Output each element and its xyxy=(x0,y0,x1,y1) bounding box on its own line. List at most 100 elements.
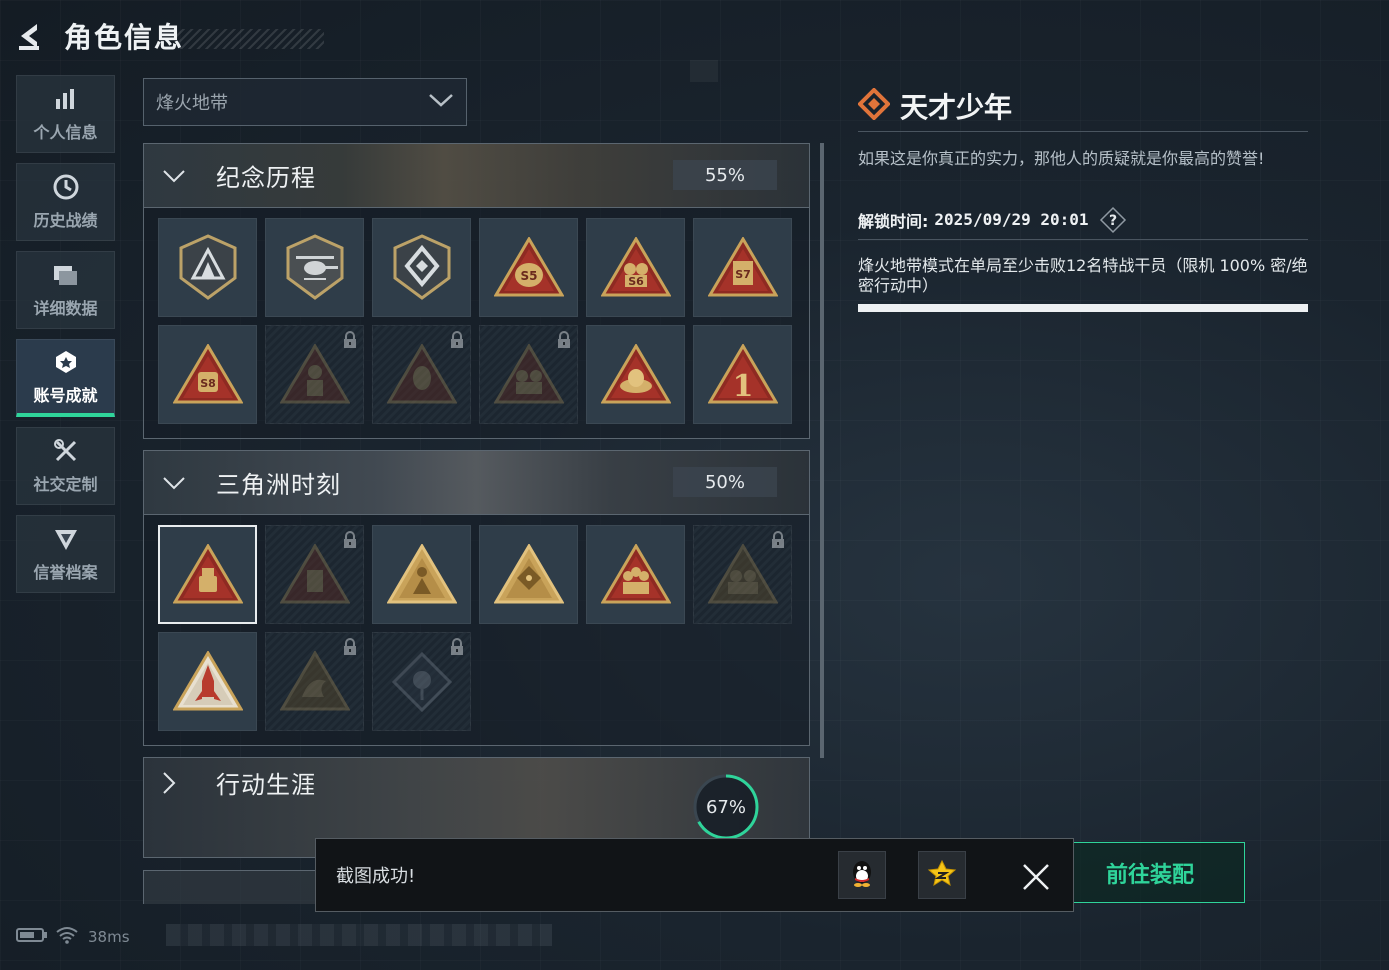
lock-icon xyxy=(449,331,465,349)
wifi-icon xyxy=(56,926,78,948)
unlock-time-value: 2025/09/29 20:01 xyxy=(934,210,1089,229)
badge-tile-locked[interactable] xyxy=(693,525,792,624)
badge-grid: S5 S6 S7 S8 1 xyxy=(144,208,809,438)
section-percent: 67% xyxy=(705,796,746,818)
badge-tile[interactable] xyxy=(158,218,257,317)
badge-tile[interactable] xyxy=(372,525,471,624)
sidebar-item-label: 账号成就 xyxy=(33,385,98,405)
badge-tile[interactable]: S6 xyxy=(586,218,685,317)
qzone-star-icon xyxy=(927,859,957,891)
background-decoration xyxy=(690,60,718,82)
chevron-down-icon xyxy=(162,169,202,183)
progress-ring: 67% xyxy=(691,772,761,842)
folder-icon xyxy=(52,261,80,289)
svg-text:S7: S7 xyxy=(735,268,751,281)
section-title: 行动生涯 xyxy=(216,771,316,799)
badge-tile[interactable] xyxy=(586,525,685,624)
lock-icon xyxy=(770,531,786,549)
page-header: 角色信息 xyxy=(14,14,325,58)
s9-soldier-badge-icon xyxy=(279,343,350,403)
badge-tile-locked[interactable] xyxy=(265,632,364,731)
badge-tile[interactable] xyxy=(265,218,364,317)
s8-badge-icon: S8 xyxy=(172,343,243,403)
achievement-section-memorial: 纪念历程 55% S5 S6 S7 S8 1 xyxy=(143,143,810,439)
s6-badge-icon: S6 xyxy=(600,236,671,296)
dropdown-value: 烽火地带 xyxy=(156,93,228,114)
question-icon[interactable]: ? xyxy=(1099,206,1127,234)
badge-tile[interactable] xyxy=(372,218,471,317)
achievement-section-delta-moments: 三角洲时刻 50% xyxy=(143,450,810,746)
sidebar-item-label: 历史战绩 xyxy=(33,211,98,230)
sidebar-item-achievements[interactable]: 账号成就 xyxy=(16,339,115,417)
share-qzone-button[interactable] xyxy=(918,851,966,899)
svg-text:S6: S6 xyxy=(628,275,644,288)
achievement-detail-panel: 天才少年 如果这是你真正的实力，那他人的质疑就是你最高的赞誉! 解锁时间: 20… xyxy=(857,86,1308,312)
unlock-time-label: 解锁时间: xyxy=(858,211,929,231)
toast-message: 截图成功! xyxy=(336,866,416,887)
close-icon[interactable] xyxy=(1016,857,1056,897)
shield-mountain-badge-icon xyxy=(179,233,236,300)
sidebar-item-label: 信誉档案 xyxy=(33,563,98,582)
s5-bag-badge-icon: S5 xyxy=(493,236,564,296)
badge-tile-locked[interactable] xyxy=(479,325,578,424)
portrait-badge-icon xyxy=(279,543,350,603)
section-header[interactable]: 纪念历程 55% xyxy=(144,144,809,208)
badge-tile[interactable] xyxy=(158,632,257,731)
badge-grid xyxy=(144,515,809,745)
lock-icon xyxy=(342,331,358,349)
sidebar-item-label: 个人信息 xyxy=(33,123,98,142)
ping-text: 38ms xyxy=(88,928,130,946)
detail-title: 天才少年 xyxy=(900,90,1013,124)
detail-description: 如果这是你真正的实力，那他人的质疑就是你最高的赞誉! xyxy=(858,149,1265,168)
uid-redacted xyxy=(166,924,552,946)
scrollbar[interactable] xyxy=(820,143,824,758)
badge-tile[interactable] xyxy=(479,525,578,624)
requirement-progress-bar xyxy=(858,304,1308,312)
lock-icon xyxy=(449,638,465,656)
s7-badge-icon: S7 xyxy=(707,236,778,296)
equip-button[interactable]: 前往装配 xyxy=(1045,842,1245,903)
section-title: 三角洲时刻 xyxy=(216,471,341,499)
sidebar: 个人信息 历史战绩 详细数据 账号成就 社交定制 信誉档案 xyxy=(16,75,115,603)
sidebar-item-detail-data[interactable]: 详细数据 xyxy=(16,251,115,329)
battery-icon xyxy=(16,927,48,947)
sidebar-item-reputation[interactable]: 信誉档案 xyxy=(16,515,115,593)
chevron-down-icon xyxy=(162,476,202,490)
share-qq-button[interactable] xyxy=(838,851,886,899)
detail-header: 天才少年 xyxy=(857,86,1308,132)
section-percent: 50% xyxy=(673,467,777,497)
clock-icon xyxy=(52,173,80,201)
mode-select-dropdown[interactable]: 烽火地带 xyxy=(143,78,467,126)
svg-text:S8: S8 xyxy=(200,377,216,390)
badge-tile[interactable]: S5 xyxy=(479,218,578,317)
qq-icon xyxy=(849,859,875,891)
medal-icon xyxy=(52,348,80,376)
section-percent: 55% xyxy=(673,160,777,190)
svg-text:1: 1 xyxy=(732,369,753,404)
badge-tile[interactable]: S8 xyxy=(158,325,257,424)
badge-tile-locked[interactable] xyxy=(265,525,364,624)
badge-tile[interactable]: 1 xyxy=(693,325,792,424)
number-one-badge-icon: 1 xyxy=(707,343,778,404)
sidebar-item-personal-info[interactable]: 个人信息 xyxy=(16,75,115,153)
requirement-text: 烽火地带模式在单局至少击败12名特战干员（限机 100% 密/绝密行动中） xyxy=(858,256,1308,295)
sidebar-item-social[interactable]: 社交定制 xyxy=(16,427,115,505)
section-header[interactable]: 三角洲时刻 50% xyxy=(144,451,809,515)
soldiers-badge-icon xyxy=(493,343,564,403)
page-title: 角色信息 xyxy=(64,21,185,54)
bar-chart-icon xyxy=(52,85,80,113)
badge-tile-locked[interactable] xyxy=(372,632,471,731)
sidebar-item-history[interactable]: 历史战绩 xyxy=(16,163,115,241)
tools-icon xyxy=(52,437,80,465)
badge-tile-locked[interactable] xyxy=(265,325,364,424)
helicopter-badge-icon xyxy=(286,233,343,300)
back-arrow-icon[interactable] xyxy=(14,19,48,53)
badge-tile-selected[interactable] xyxy=(158,525,257,624)
badge-tile-locked[interactable] xyxy=(372,325,471,424)
badge-tile[interactable]: S7 xyxy=(693,218,792,317)
svg-text:S5: S5 xyxy=(520,269,537,283)
diamond-emblem-badge-icon xyxy=(393,233,450,300)
chevron-down-icon xyxy=(428,92,454,112)
equip-button-label: 前往装配 xyxy=(1105,862,1194,888)
badge-tile[interactable] xyxy=(586,325,685,424)
